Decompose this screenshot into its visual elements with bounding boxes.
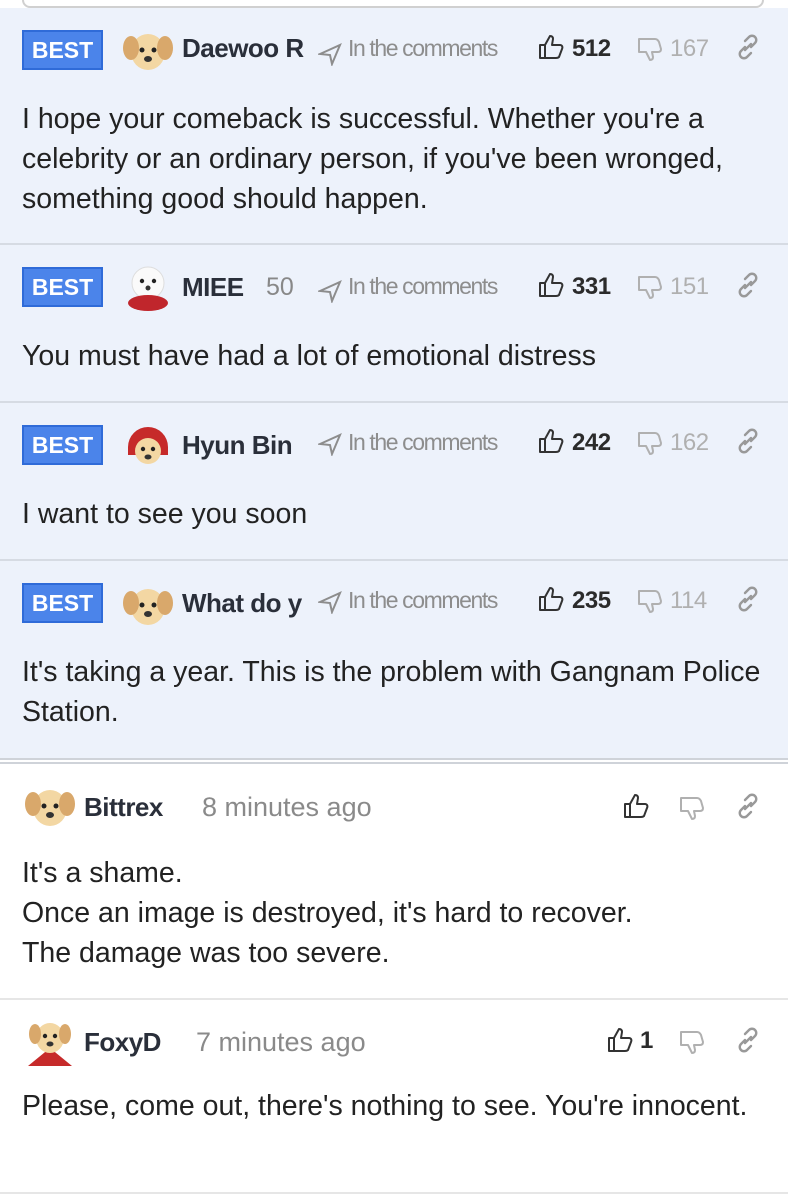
like-count: 1 <box>640 1027 653 1054</box>
dislike-count: 162 <box>670 429 709 456</box>
like-count: 242 <box>572 429 611 456</box>
like-count: 235 <box>572 587 611 614</box>
link-icon[interactable] <box>734 271 762 299</box>
link-icon[interactable] <box>734 33 762 61</box>
thumbs-down-icon[interactable] <box>636 273 664 301</box>
previous-card-edge <box>22 0 764 8</box>
comment-text: It's a shame. Once an image is destroyed… <box>22 857 633 969</box>
user-level: 50 <box>266 273 294 301</box>
white-dog-scarf-icon <box>120 259 176 315</box>
send-icon <box>318 433 342 456</box>
puppy-icon <box>120 22 176 78</box>
like-count: 331 <box>572 273 611 300</box>
comment-time: 8 minutes ago <box>202 792 372 822</box>
best-badge: BEST <box>22 267 103 307</box>
best-badge: BEST <box>22 425 103 465</box>
send-icon <box>318 280 342 303</box>
best-comment: BEST Daewoo R In the comments 512 167 I … <box>0 8 788 245</box>
dislike-count: 151 <box>670 273 709 300</box>
thumbs-down-icon[interactable] <box>636 587 664 615</box>
comment-text: I hope your comeback is successful. Whet… <box>22 103 723 215</box>
thumbs-down-icon[interactable] <box>678 794 706 822</box>
send-icon <box>318 591 342 614</box>
link-icon[interactable] <box>734 585 762 613</box>
thumbs-up-icon[interactable] <box>622 792 650 820</box>
puppy-red-cape-icon <box>22 1014 78 1070</box>
best-comment: BEST What do y In the comments 235 114 I… <box>0 561 788 758</box>
comment: Bittrex 8 minutes ago It's a shame. Once… <box>0 764 788 1000</box>
thumbs-down-icon[interactable] <box>636 35 664 63</box>
thumbs-up-icon[interactable] <box>537 271 565 299</box>
username[interactable]: FoxyD <box>84 1027 161 1058</box>
best-comment: BEST Hyun Bin In the comments 242 162 I … <box>0 403 788 561</box>
link-icon[interactable] <box>734 427 762 455</box>
link-icon[interactable] <box>734 1026 762 1054</box>
link-icon[interactable] <box>734 792 762 820</box>
best-badge: BEST <box>22 30 103 70</box>
comment-time: 7 minutes ago <box>196 1027 366 1057</box>
best-comment: BEST MIEE 50 In the comments 331 151 You… <box>0 245 788 403</box>
dislike-count: 114 <box>670 587 707 614</box>
in-comments-label: In the comments <box>348 35 498 61</box>
thumbs-up-icon[interactable] <box>537 585 565 613</box>
username[interactable]: MIEE <box>182 272 244 303</box>
puppy-icon <box>22 778 78 834</box>
like-count: 512 <box>572 35 611 62</box>
comment-text: Please, come out, there's nothing to see… <box>22 1090 748 1122</box>
send-icon <box>318 43 342 66</box>
comment-text: It's taking a year. This is the problem … <box>22 656 761 728</box>
best-badge: BEST <box>22 583 103 623</box>
thumbs-up-icon[interactable] <box>537 33 565 61</box>
thumbs-up-icon[interactable] <box>537 427 565 455</box>
comment-text: I want to see you soon <box>22 498 308 530</box>
comment: FoxyD 7 minutes ago 1 Please, come out, … <box>0 1000 788 1194</box>
thumbs-down-icon[interactable] <box>636 429 664 457</box>
in-comments-label: In the comments <box>348 429 498 455</box>
puppy-icon <box>120 577 176 633</box>
username[interactable]: What do y <box>182 588 302 619</box>
in-comments-label: In the comments <box>348 273 498 299</box>
username[interactable]: Daewoo R <box>182 33 304 64</box>
puppy-red-hood-icon <box>120 417 176 473</box>
username[interactable]: Bittrex <box>84 792 163 823</box>
username[interactable]: Hyun Bin <box>182 430 293 461</box>
dislike-count: 167 <box>670 35 709 62</box>
thumbs-down-icon[interactable] <box>678 1028 706 1056</box>
in-comments-label: In the comments <box>348 587 498 613</box>
thumbs-up-icon[interactable] <box>606 1026 634 1054</box>
comment-text: You must have had a lot of emotional dis… <box>22 340 597 372</box>
